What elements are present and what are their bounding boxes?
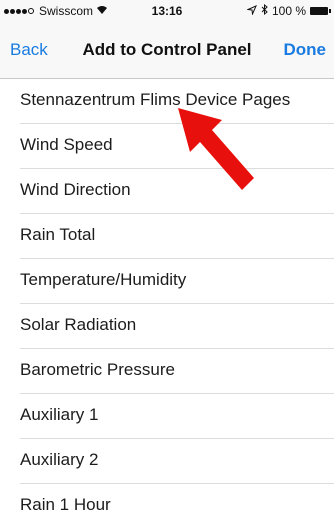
list-item-auxiliary-1[interactable]: Auxiliary 1 [20,394,334,439]
red-arrow-annotation [178,108,254,190]
battery-percent: 100 % [271,4,306,18]
device-list: Stennazentrum Flims Device Pages Wind Sp… [0,79,334,528]
list-item-label: Solar Radiation [20,315,137,334]
list-item-temperature-humidity[interactable]: Temperature/Humidity [20,259,334,304]
list-item-solar-radiation[interactable]: Solar Radiation [20,304,334,349]
battery-icon [310,7,331,15]
list-item-label: Auxiliary 2 [20,450,99,469]
done-button[interactable]: Done [284,40,327,60]
status-bar: Swisscom 13:16 100 % [0,0,334,22]
list-item-label: Barometric Pressure [20,360,175,379]
bluetooth-icon [261,3,268,18]
list-item-label: Temperature/Humidity [20,270,187,289]
status-right: 100 % [243,3,331,18]
list-item-label: Wind Speed [20,135,113,154]
list-item-barometric-pressure[interactable]: Barometric Pressure [20,349,334,394]
list-item-rain-1-hour[interactable]: Rain 1 Hour [20,484,334,528]
list-item-label: Rain Total [20,225,96,244]
navigation-bar: Back Add to Control Panel Done [0,22,334,79]
location-arrow-icon [246,4,257,18]
list-item-label: Wind Direction [20,180,131,199]
list-item-label: Rain 1 Hour [20,495,111,514]
list-item-rain-total[interactable]: Rain Total [20,214,334,259]
list-item-label: Auxiliary 1 [20,405,99,424]
list-item-auxiliary-2[interactable]: Auxiliary 2 [20,439,334,484]
